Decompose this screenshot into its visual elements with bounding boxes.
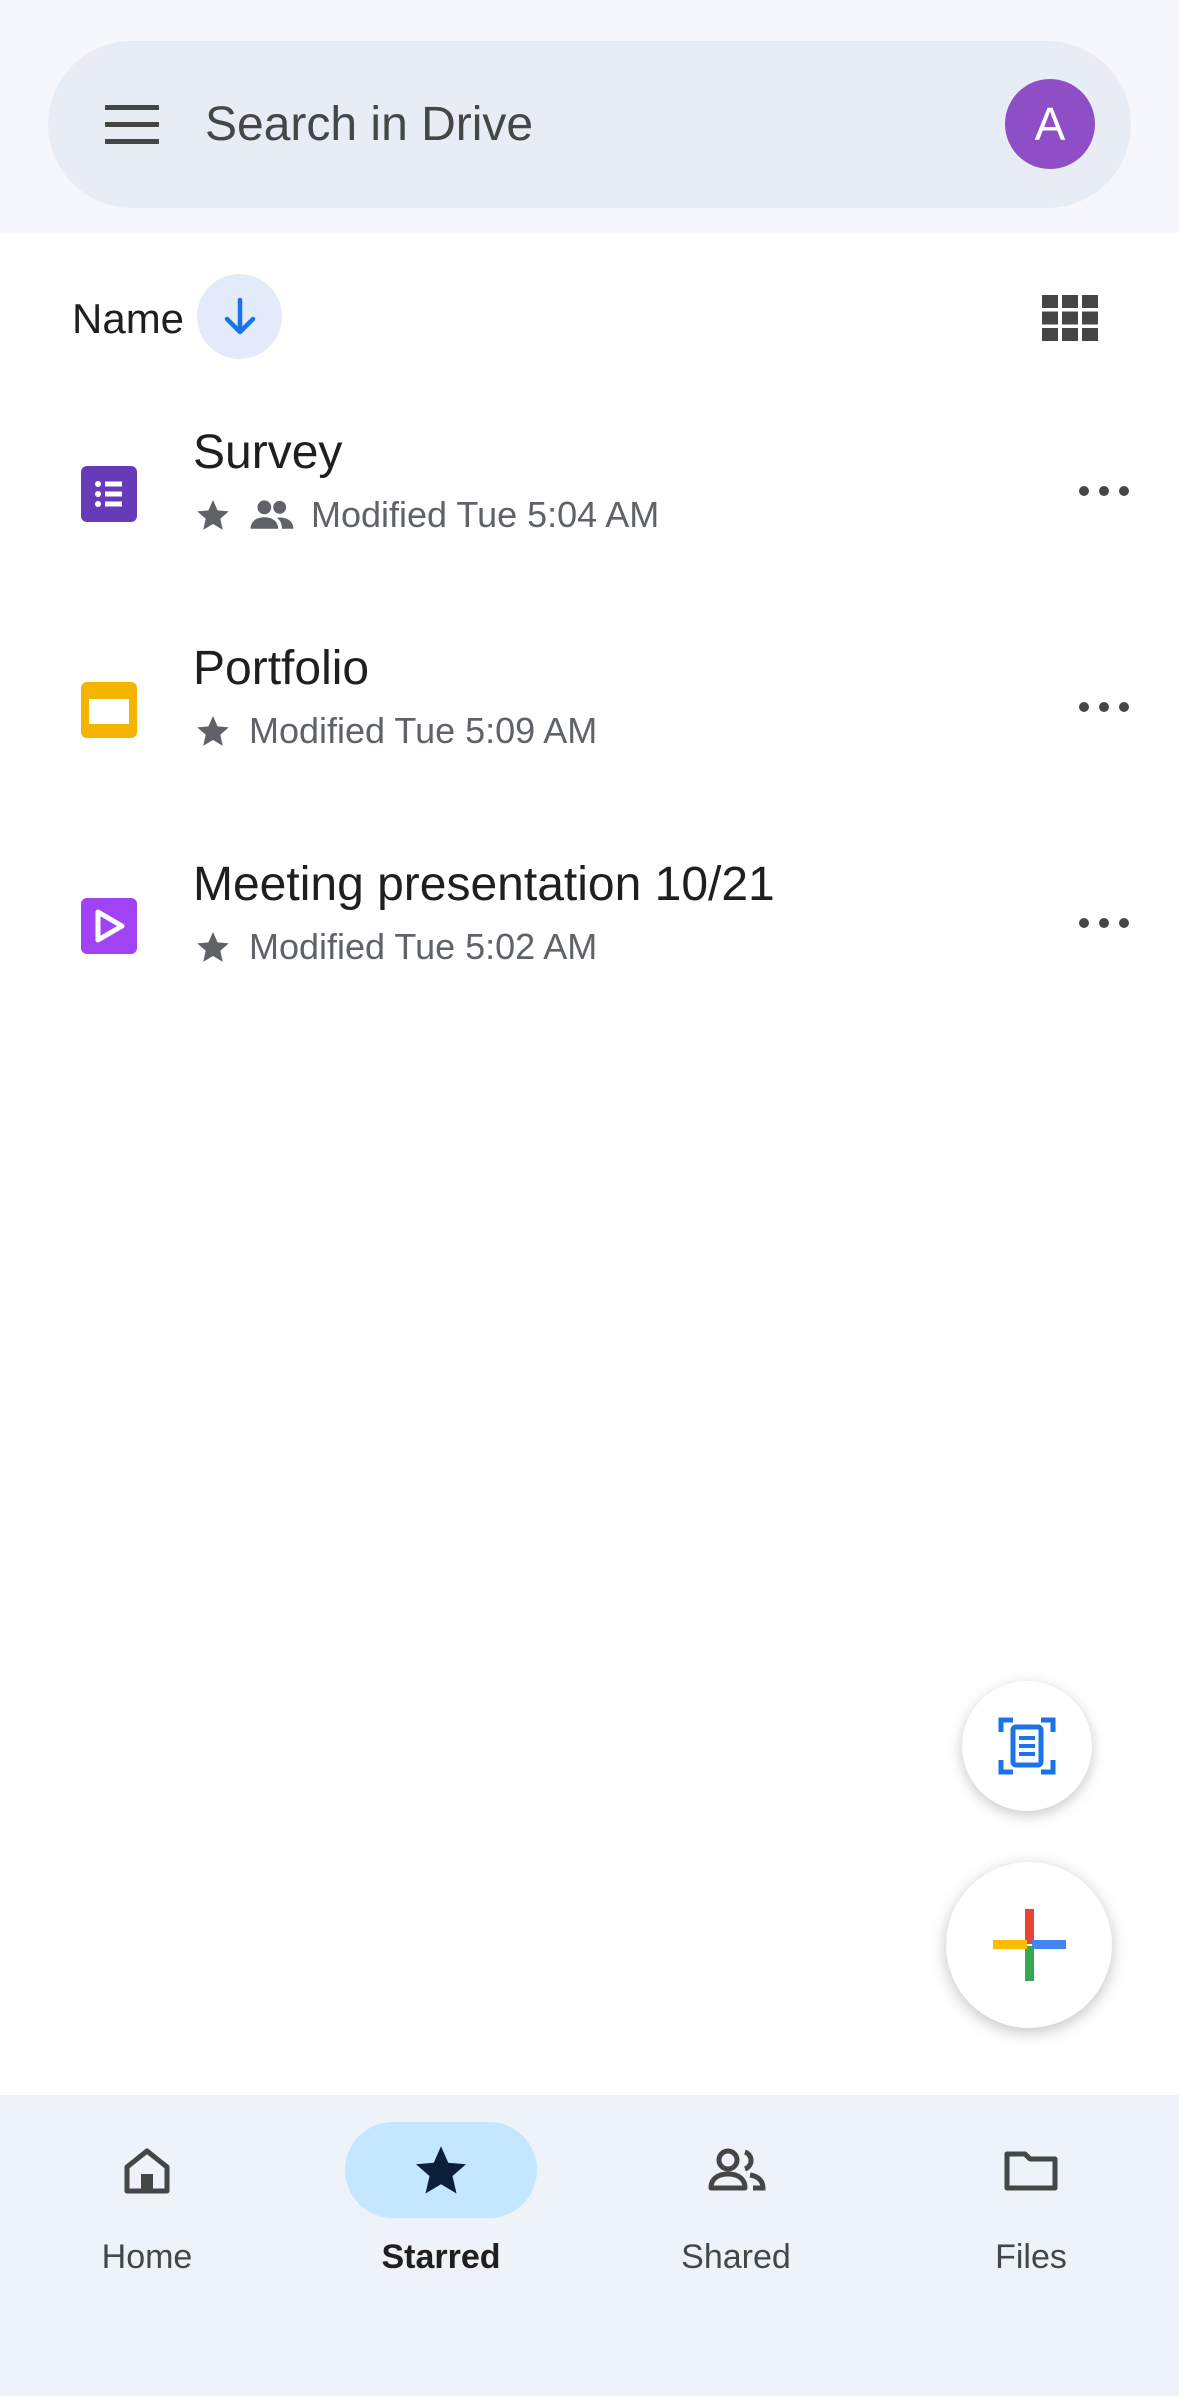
file-name: Meeting presentation 10/21 [193, 858, 775, 911]
file-meta: Modified Tue 5:04 AM [193, 490, 659, 540]
file-row[interactable]: Meeting presentation 10/21 Modified Tue … [0, 835, 1179, 1051]
file-name: Survey [193, 426, 343, 479]
bottom-nav: Home Starred Shared Files [0, 2095, 1179, 2396]
nav-label: Home [101, 2238, 193, 2276]
file-row[interactable]: Survey Modified Tue 5:04 AM [0, 403, 1179, 619]
people-icon [708, 2148, 766, 2191]
plus-icon [993, 1909, 1066, 1981]
file-name: Portfolio [193, 642, 370, 695]
arrow-down-icon [224, 297, 256, 335]
more-options-icon[interactable] [1069, 461, 1139, 521]
modified-date: Modified Tue 5:04 AM [311, 494, 660, 535]
search-bar[interactable]: Search in Drive A [48, 41, 1131, 208]
avatar[interactable]: A [1005, 79, 1095, 169]
nav-label: Shared [681, 2238, 791, 2276]
nav-label: Starred [381, 2238, 501, 2276]
slides-icon [81, 682, 137, 738]
grid-view-icon[interactable] [1042, 295, 1098, 346]
new-button[interactable] [946, 1862, 1112, 2028]
scan-button[interactable] [962, 1681, 1092, 1811]
vids-icon [81, 898, 137, 954]
nav-starred[interactable]: Starred [294, 2095, 588, 2315]
sort-bar: Name [0, 233, 1179, 403]
star-icon [193, 496, 233, 534]
folder-icon [1004, 2151, 1058, 2191]
star-icon [193, 928, 233, 966]
forms-icon [81, 466, 137, 522]
modified-date: Modified Tue 5:02 AM [249, 926, 598, 967]
sort-direction-button[interactable] [197, 274, 282, 359]
modified-date: Modified Tue 5:09 AM [249, 710, 598, 751]
nav-files[interactable]: Files [884, 2095, 1178, 2315]
sort-label[interactable]: Name [72, 295, 184, 343]
shared-icon [249, 498, 295, 532]
star-icon [193, 712, 233, 750]
top-bar: Search in Drive A [0, 0, 1179, 233]
search-input[interactable]: Search in Drive [205, 95, 533, 155]
nav-home[interactable]: Home [0, 2095, 294, 2315]
file-meta: Modified Tue 5:02 AM [193, 922, 597, 972]
home-icon [124, 2148, 170, 2194]
nav-shared[interactable]: Shared [589, 2095, 883, 2315]
scan-document-icon [998, 1717, 1056, 1775]
nav-label: Files [995, 2238, 1067, 2276]
menu-icon[interactable] [103, 99, 161, 149]
more-options-icon[interactable] [1069, 893, 1139, 953]
file-row[interactable]: Portfolio Modified Tue 5:09 AM [0, 619, 1179, 835]
file-meta: Modified Tue 5:09 AM [193, 706, 597, 756]
more-options-icon[interactable] [1069, 677, 1139, 737]
star-icon [416, 2146, 466, 2194]
